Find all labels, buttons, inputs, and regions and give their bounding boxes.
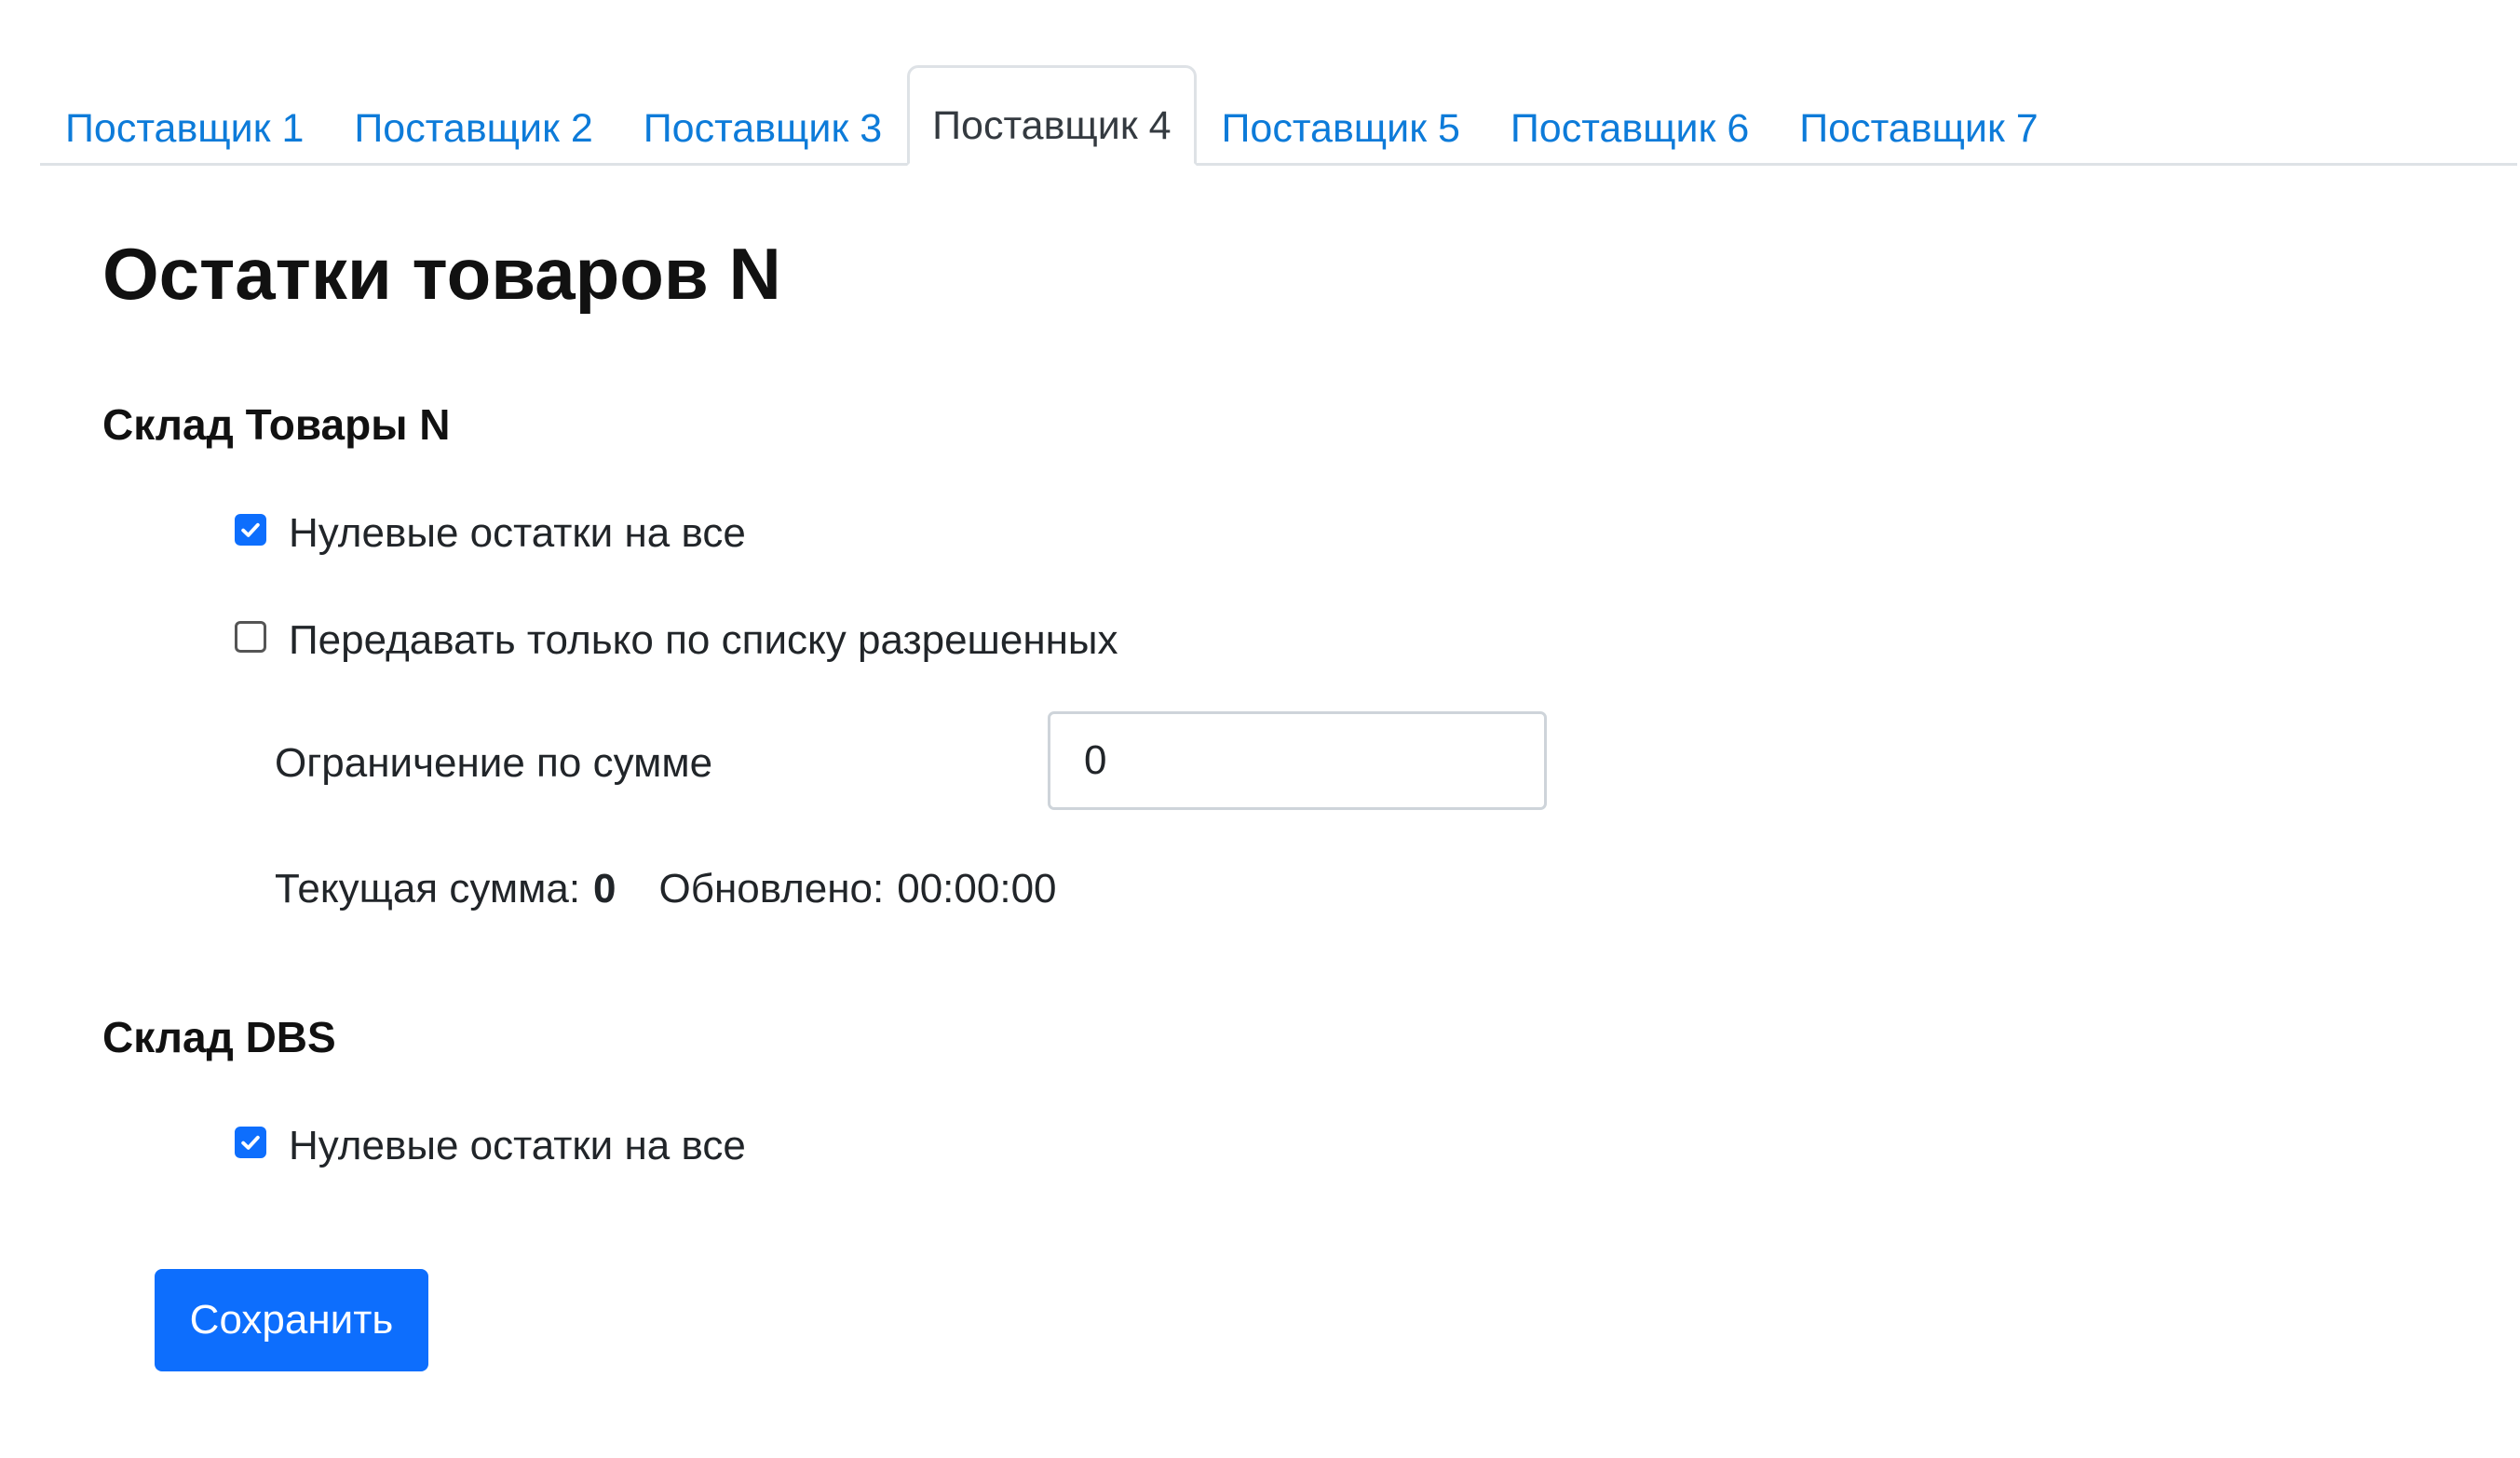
allowed-list-only-option[interactable]: Передавать только по списку разрешенных (235, 617, 1118, 664)
updated-label: Обновлено: (658, 866, 885, 911)
allowed-list-only-label: Передавать только по списку разрешенных (289, 617, 1118, 663)
tab-supplier-6[interactable]: Поставщик 6 (1485, 68, 1774, 166)
section-title-warehouse-dbs: Склад DBS (102, 1013, 336, 1061)
current-sum-value: 0 (593, 866, 616, 911)
updated-time: 00:00:00 (897, 866, 1057, 911)
sum-status: Текущая сумма: 0 Обновлено: 00:00:00 (275, 866, 1057, 912)
tab-supplier-2[interactable]: Поставщик 2 (329, 68, 617, 166)
current-sum-label: Текущая сумма: (275, 866, 581, 911)
checkmark-icon (241, 1135, 260, 1150)
zero-stock-dbs-checkbox[interactable] (235, 1127, 266, 1158)
allowed-list-only-checkbox[interactable] (235, 621, 266, 653)
zero-stock-dbs-label: Нулевые остатки на все (289, 1123, 746, 1168)
sum-limit-input[interactable] (1048, 711, 1547, 810)
supplier-tabs: Поставщик 1 Поставщик 2 Поставщик 3 Пост… (40, 65, 2517, 166)
zero-stock-n-checkbox[interactable] (235, 514, 266, 546)
zero-stock-n-option[interactable]: Нулевые остатки на все (235, 510, 746, 557)
tab-supplier-7[interactable]: Поставщик 7 (1774, 68, 2063, 166)
sum-limit-label: Ограничение по сумме (275, 740, 713, 786)
section-title-warehouse-n: Склад Товары N (102, 400, 451, 449)
tab-supplier-1[interactable]: Поставщик 1 (40, 68, 329, 166)
save-button[interactable]: Сохранить (155, 1269, 428, 1371)
checkmark-icon (241, 522, 260, 537)
tab-supplier-3[interactable]: Поставщик 3 (618, 68, 907, 166)
tab-supplier-5[interactable]: Поставщик 5 (1197, 68, 1485, 166)
page-title: Остатки товаров N (102, 233, 781, 315)
zero-stock-dbs-option[interactable]: Нулевые остатки на все (235, 1123, 746, 1169)
zero-stock-n-label: Нулевые остатки на все (289, 510, 746, 556)
tab-supplier-4[interactable]: Поставщик 4 (907, 65, 1197, 166)
